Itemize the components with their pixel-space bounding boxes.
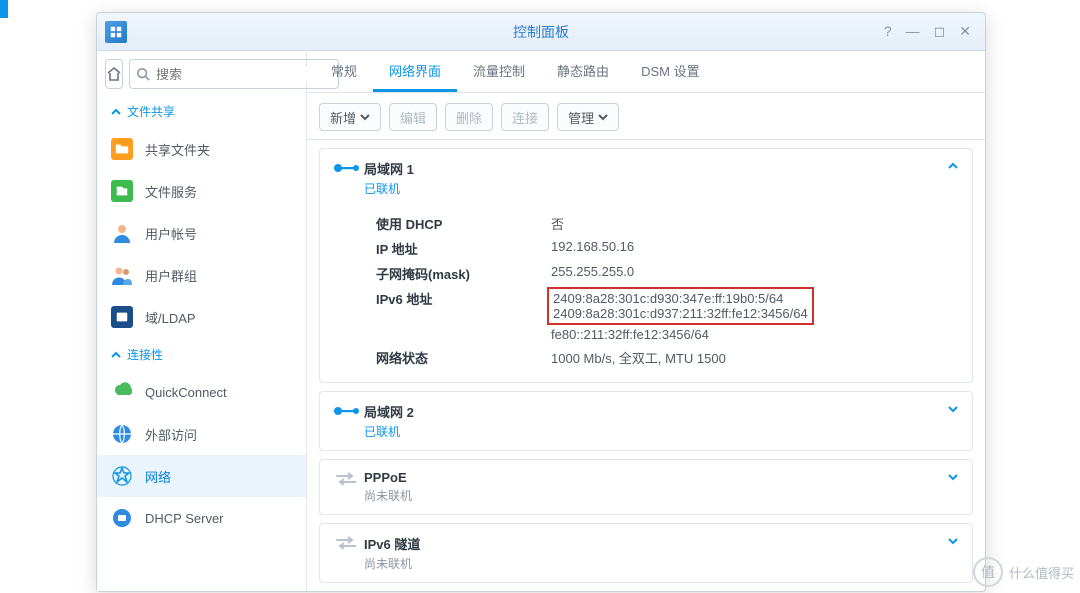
interface-pppoe: PPPoE 尚未联机 [319,459,973,515]
decor-blue-bar [0,0,8,18]
interface-status: 已联机 [364,180,414,197]
home-button[interactable] [105,59,123,89]
toolbar: 新增 编辑 删除 连接 管理 [307,93,985,140]
folder-icon [111,138,133,160]
sidebar-item-user-account[interactable]: 用户帐号 [97,212,306,254]
network-icon [111,465,133,487]
connect-button[interactable]: 连接 [501,103,549,131]
tab-network-interface[interactable]: 网络界面 [373,51,457,92]
interface-header-lan1[interactable]: 局域网 1 已联机 [320,149,972,207]
sidebar-item-domain-ldap[interactable]: 域/LDAP [97,296,306,338]
watermark: 值 什么值得买 [973,557,1074,587]
group-icon [111,264,133,286]
file-services-icon [111,180,133,202]
sidebar-item-file-services[interactable]: 文件服务 [97,170,306,212]
tab-traffic-control[interactable]: 流量控制 [457,51,541,92]
ipv6-address: fe80::211:32ff:fe12:3456/64 [551,327,958,342]
app-icon [105,21,127,43]
interface-status: 尚未联机 [364,555,420,572]
interface-status: 已联机 [364,423,414,440]
dhcp-icon [111,507,133,529]
ethernet-icon [334,404,364,421]
ipv6-address: 2409:8a28:301c:d930:347e:ff:19b0:5/64 [553,291,808,306]
chevron-down-icon [360,110,370,125]
manage-button[interactable]: 管理 [557,103,619,131]
main-panel: 常规 网络界面 流量控制 静态路由 DSM 设置 新增 编辑 删除 连接 管理 [307,51,985,591]
chevron-down-icon [598,110,608,125]
interface-ipv6-tunnel: IPv6 隧道 尚未联机 [319,523,973,583]
interface-details-lan1: 使用 DHCP否 IP 地址192.168.50.16 子网掩码(mask)25… [320,207,972,382]
interface-status: 尚未联机 [364,487,412,504]
user-icon [111,222,133,244]
search-input[interactable] [156,67,332,82]
ipv6-address: 2409:8a28:301c:d937:211:32ff:fe12:3456/6… [553,306,808,321]
tab-general[interactable]: 常规 [315,51,373,92]
control-panel-window: 控制面板 ? — ◻ ✕ 文件共享 [96,12,986,592]
tab-dsm-settings[interactable]: DSM 设置 [625,51,716,92]
sidebar-item-dhcp-server[interactable]: DHCP Server [97,497,306,539]
chevron-down-icon [948,402,958,417]
maximize-icon[interactable]: ◻ [934,23,946,40]
interface-list: 局域网 1 已联机 使用 DHCP否 IP 地址192.168.50.16 子网… [307,140,985,591]
window-title: 控制面板 [97,22,985,42]
search-icon [136,67,150,81]
interface-title: 局域网 1 [364,159,414,178]
interface-lan2: 局域网 2 已联机 [319,391,973,451]
category-connectivity[interactable]: 连接性 [97,338,306,371]
sidebar-item-network[interactable]: 网络 [97,455,306,497]
sidebar: 文件共享 共享文件夹 文件服务 用户帐号 用户群组 域/LDAP [97,51,307,591]
interface-title: PPPoE [364,470,412,485]
globe-icon [111,423,133,445]
delete-button[interactable]: 删除 [445,103,493,131]
sidebar-item-external-access[interactable]: 外部访问 [97,413,306,455]
edit-button[interactable]: 编辑 [389,103,437,131]
minimize-icon[interactable]: — [906,23,920,40]
tab-bar: 常规 网络界面 流量控制 静态路由 DSM 设置 [307,51,985,93]
interface-lan1: 局域网 1 已联机 使用 DHCP否 IP 地址192.168.50.16 子网… [319,148,973,383]
titlebar: 控制面板 ? — ◻ ✕ [97,13,985,51]
category-file-sharing[interactable]: 文件共享 [97,95,306,128]
interface-title: 局域网 2 [364,402,414,421]
arrows-icon [334,536,364,553]
chevron-up-icon [948,159,958,174]
interface-header-ipv6-tunnel[interactable]: IPv6 隧道 尚未联机 [320,524,972,582]
close-icon[interactable]: ✕ [959,23,971,40]
chevron-down-icon [948,470,958,485]
tab-static-route[interactable]: 静态路由 [541,51,625,92]
sidebar-item-shared-folder[interactable]: 共享文件夹 [97,128,306,170]
highlight-ipv6-box: 2409:8a28:301c:d930:347e:ff:19b0:5/64 24… [547,287,814,325]
add-button[interactable]: 新增 [319,103,381,131]
chevron-down-icon [948,534,958,549]
quickconnect-icon [111,381,133,403]
arrows-icon [334,472,364,489]
sidebar-item-user-group[interactable]: 用户群组 [97,254,306,296]
ethernet-icon [334,161,364,178]
sidebar-item-quickconnect[interactable]: QuickConnect [97,371,306,413]
help-icon[interactable]: ? [884,23,892,40]
interface-header-lan2[interactable]: 局域网 2 已联机 [320,392,972,450]
interface-title: IPv6 隧道 [364,534,420,553]
ldap-icon [111,306,133,328]
interface-header-pppoe[interactable]: PPPoE 尚未联机 [320,460,972,514]
